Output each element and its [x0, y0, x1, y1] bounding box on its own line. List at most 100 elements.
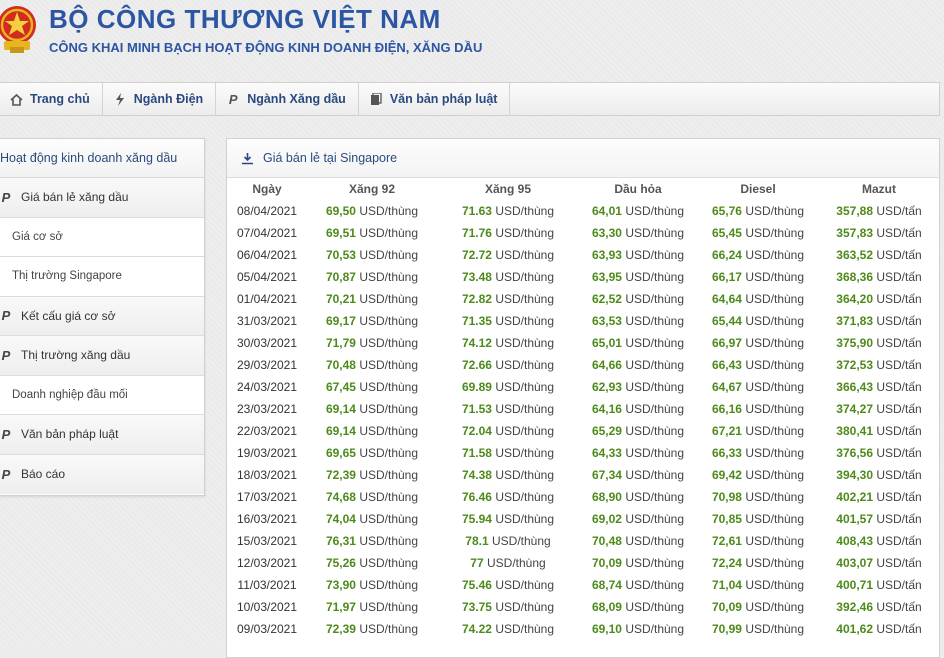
price-value: 74.22 [461, 622, 492, 636]
cell-price: 65,44 USD/thùng [697, 310, 819, 332]
price-value: 366,43 [836, 380, 873, 394]
price-value: 392,46 [836, 600, 873, 614]
price-value: 70,48 [591, 534, 622, 548]
cell-price: 70,85 USD/thùng [697, 508, 819, 530]
cell-price: 366,43 USD/tấn [819, 376, 939, 398]
price-unit: USD/thùng [625, 402, 685, 416]
cell-price: 72,39 USD/thùng [307, 464, 437, 486]
nav-legal-docs[interactable]: Văn bản pháp luật [359, 83, 511, 115]
cell-price: 77 USD/thùng [437, 552, 579, 574]
price-unit: USD/thùng [359, 314, 419, 328]
price-unit: USD/thùng [745, 468, 805, 482]
price-value: 68,90 [591, 490, 622, 504]
nav-home[interactable]: Trang chủ [0, 83, 103, 115]
sidebar-item-petroleum-market[interactable]: P Thị trường xăng dầu [0, 336, 204, 376]
price-value: 72.72 [461, 248, 492, 262]
price-value: 65,29 [591, 424, 622, 438]
price-value: 66,16 [711, 402, 742, 416]
price-unit: USD/tấn [876, 380, 922, 394]
price-value: 72,39 [325, 468, 356, 482]
price-value: 70,98 [711, 490, 742, 504]
price-unit: USD/thùng [745, 270, 805, 284]
price-unit: USD/thùng [625, 512, 685, 526]
cell-price: 69,42 USD/thùng [697, 464, 819, 486]
cell-price: 357,88 USD/tấn [819, 200, 939, 222]
cell-price: 392,46 USD/tấn [819, 596, 939, 618]
cell-price: 69,50 USD/thùng [307, 200, 437, 222]
sidebar-item-label: Giá bán lẻ xăng dầu [21, 190, 129, 205]
sidebar-item-reports[interactable]: P Báo cáo [0, 454, 204, 494]
price-value: 69.89 [461, 380, 492, 394]
cell-price: 68,74 USD/thùng [579, 574, 697, 596]
panel-header: Giá bán lẻ tại Singapore [227, 139, 939, 178]
price-value: 69,17 [325, 314, 356, 328]
home-icon [9, 92, 23, 106]
petrol-p-icon: P [1, 466, 11, 482]
price-unit: USD/thùng [625, 248, 685, 262]
sidebar-item-base-price[interactable]: Giá cơ sở [0, 217, 204, 257]
price-unit: USD/tấn [876, 292, 922, 306]
price-value: 67,34 [591, 468, 622, 482]
price-unit: USD/thùng [745, 226, 805, 240]
price-unit: USD/tấn [876, 468, 922, 482]
cell-date: 15/03/2021 [236, 534, 298, 548]
price-unit: USD/thùng [745, 248, 805, 262]
price-unit: USD/thùng [495, 424, 555, 438]
sidebar-item-legal-docs[interactable]: P Văn bản pháp luật [0, 415, 204, 455]
price-unit: USD/thùng [625, 446, 685, 460]
cell-date: 01/04/2021 [236, 292, 298, 306]
price-value: 76.46 [461, 490, 492, 504]
cell-price: 71.53 USD/thùng [437, 398, 579, 420]
price-unit: USD/thùng [359, 204, 419, 218]
price-unit: USD/thùng [495, 600, 555, 614]
table-row: 23/03/2021 69,14 USD/thùng 71.53 USD/thùng… [227, 398, 939, 420]
table-row: 17/03/2021 74,68 USD/thùng 76.46 USD/thùng… [227, 486, 939, 508]
cell-price: 394,30 USD/tấn [819, 464, 939, 486]
price-unit: USD/thùng [745, 380, 805, 394]
price-value: 70,09 [711, 600, 742, 614]
national-emblem-logo[interactable] [0, 3, 38, 55]
price-unit: USD/thùng [745, 622, 805, 636]
cell-date: 05/04/2021 [236, 270, 298, 284]
price-value: 73.75 [461, 600, 492, 614]
download-icon[interactable] [240, 151, 254, 165]
price-unit: USD/thùng [359, 380, 419, 394]
price-value: 376,56 [836, 446, 873, 460]
cell-price: 76.46 USD/thùng [437, 486, 579, 508]
column-header-diesel: Diesel [740, 182, 776, 196]
sidebar-item-label: Văn bản pháp luật [21, 427, 119, 442]
cell-date: 10/03/2021 [236, 600, 298, 614]
cell-price: 70,53 USD/thùng [307, 244, 437, 266]
cell-price: 74.38 USD/thùng [437, 464, 579, 486]
nav-electricity[interactable]: Ngành Điện [103, 83, 217, 115]
price-value: 74,04 [325, 512, 356, 526]
price-unit: USD/thùng [745, 336, 805, 350]
price-value: 72,24 [711, 556, 742, 570]
sidebar-item-retail-price[interactable]: P Giá bán lẻ xăng dầu [0, 178, 204, 218]
sidebar-item-singapore-market[interactable]: Thị trường Singapore [0, 257, 204, 297]
petrol-p-icon: P [1, 426, 11, 442]
cell-price: 72.66 USD/thùng [437, 354, 579, 376]
cell-price: 401,62 USD/tấn [819, 618, 939, 640]
price-value: 400,71 [836, 578, 873, 592]
cell-price: 375,90 USD/tấn [819, 332, 939, 354]
nav-petroleum[interactable]: P Ngành Xăng dầu [216, 83, 359, 115]
cell-date: 11/03/2021 [237, 578, 297, 592]
cell-price: 65,01 USD/thùng [579, 332, 697, 354]
price-value: 69,02 [591, 512, 622, 526]
cell-price: 78.1 USD/thùng [437, 530, 579, 552]
cell-price: 374,27 USD/tấn [819, 398, 939, 420]
cell-price: 364,20 USD/tấn [819, 288, 939, 310]
sidebar-item-price-structure[interactable]: P Kết cấu giá cơ sở [0, 296, 204, 336]
price-unit: USD/tấn [876, 446, 922, 460]
price-value: 363,52 [836, 248, 873, 262]
cell-price: 403,07 USD/tấn [819, 552, 939, 574]
price-unit: USD/thùng [359, 358, 419, 372]
price-unit: USD/thùng [359, 512, 419, 526]
sidebar-item-key-traders[interactable]: Doanh nghiệp đầu mối [0, 375, 204, 415]
price-value: 75,26 [325, 556, 356, 570]
table-row: 16/03/2021 74,04 USD/thùng 75.94 USD/thùng… [227, 508, 939, 530]
cell-price: 64,01 USD/thùng [579, 200, 697, 222]
price-value: 70,21 [325, 292, 356, 306]
price-unit: USD/thùng [495, 578, 555, 592]
